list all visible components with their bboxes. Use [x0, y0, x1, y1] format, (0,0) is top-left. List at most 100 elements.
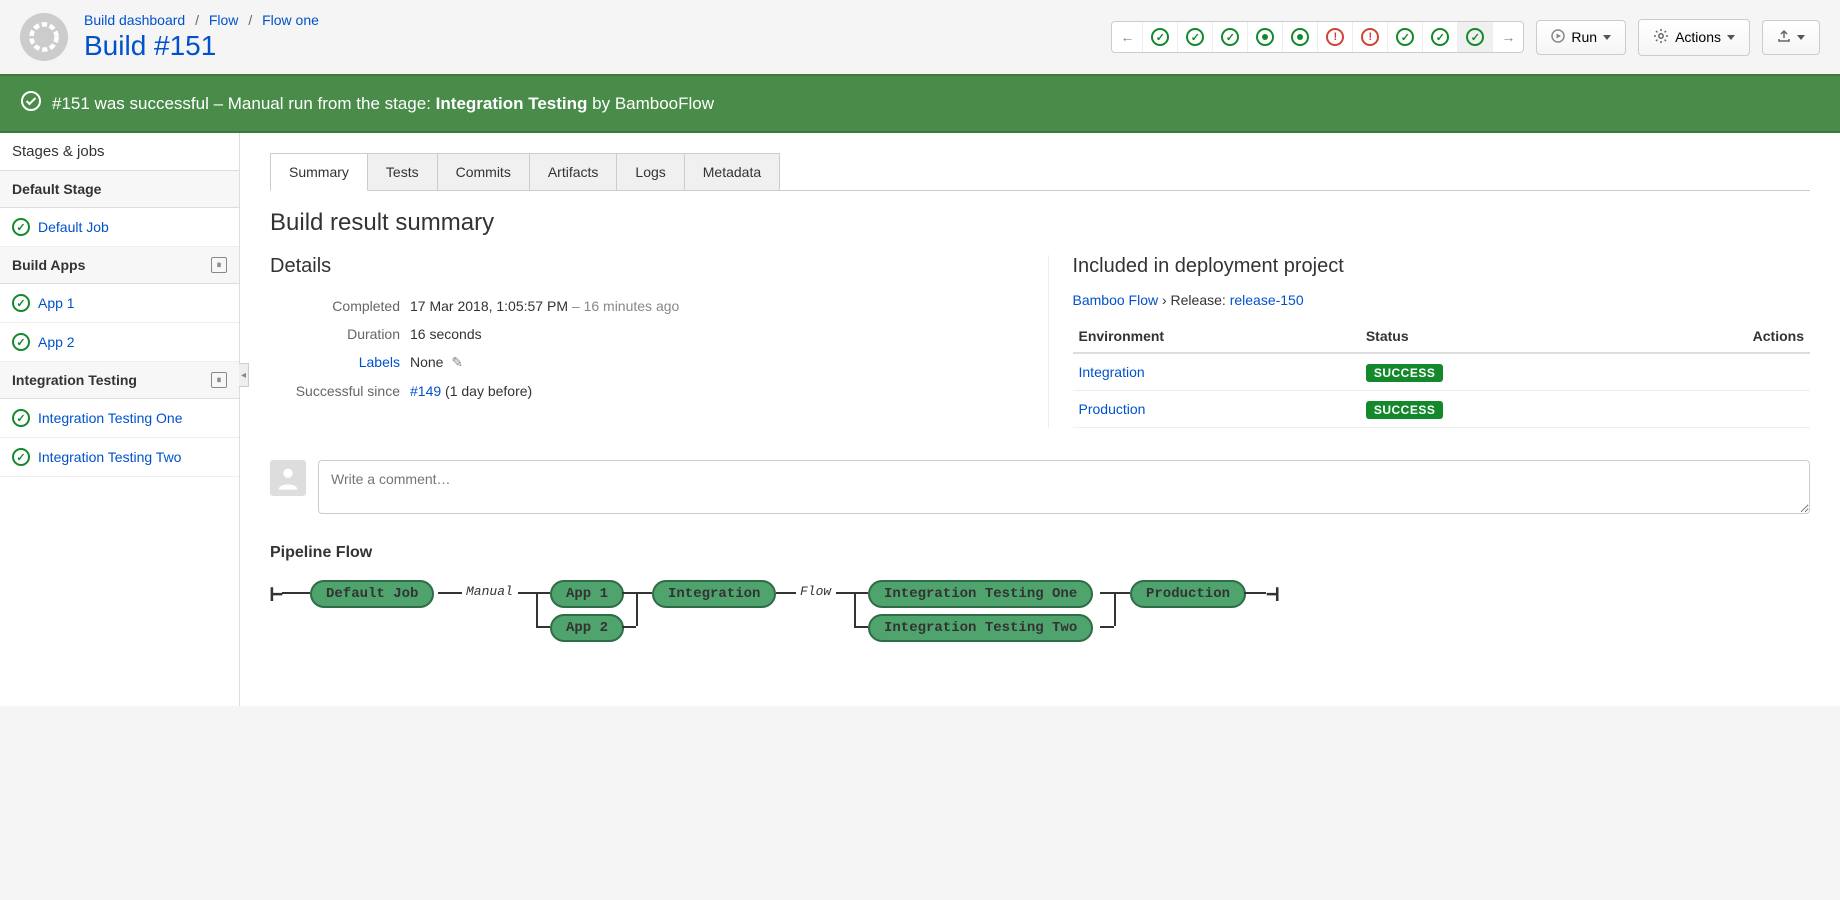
env-link[interactable]: Production: [1079, 401, 1146, 417]
completed-value: 17 Mar 2018, 1:05:57 PM – 16 minutes ago: [410, 298, 1008, 314]
build-nav-item-11[interactable]: →: [1493, 22, 1523, 52]
build-nav-item-2[interactable]: [1178, 22, 1213, 52]
avatar-icon: [274, 464, 302, 492]
build-nav-item-10[interactable]: [1458, 22, 1493, 52]
failed-icon: [1361, 28, 1379, 46]
section-title: Build result summary: [270, 209, 1810, 237]
pipeline-start-icon: ⊢: [270, 582, 283, 607]
node-it-two[interactable]: Integration Testing Two: [868, 614, 1093, 642]
build-status-banner: #151 was successful – Manual run from th…: [0, 74, 1840, 133]
app-logo[interactable]: [20, 13, 68, 61]
node-it-one[interactable]: Integration Testing One: [868, 580, 1093, 608]
sidebar-job-label: App 2: [38, 334, 75, 350]
arrow-right-icon: →: [1501, 29, 1515, 45]
pipeline-heading: Pipeline Flow: [270, 544, 1810, 562]
actions-button[interactable]: Actions: [1638, 19, 1750, 56]
build-nav-item-5[interactable]: [1283, 22, 1318, 52]
comment-input[interactable]: [318, 460, 1810, 514]
node-app1[interactable]: App 1: [550, 580, 624, 608]
sidebar: Stages & jobs Default Stage Default Job Bu…: [0, 133, 240, 706]
success-icon: [1466, 28, 1484, 46]
deployment-release-line: Bamboo Flow › Release: release-150: [1073, 292, 1811, 308]
col-environment: Environment: [1073, 320, 1360, 353]
build-nav-item-0[interactable]: ←: [1112, 22, 1143, 52]
success-dot-icon: [1256, 28, 1274, 46]
label-manual: Manual: [466, 584, 513, 599]
success-icon: [1221, 28, 1239, 46]
env-link[interactable]: Integration: [1079, 364, 1145, 380]
breadcrumb-item-2[interactable]: Flow one: [262, 12, 319, 28]
node-production[interactable]: Production: [1130, 580, 1246, 608]
duration-value: 16 seconds: [410, 326, 1008, 342]
failed-icon: [1326, 28, 1344, 46]
tab-summary[interactable]: Summary: [270, 153, 368, 191]
gear-icon: [1653, 28, 1669, 47]
build-nav-item-4[interactable]: [1248, 22, 1283, 52]
page-title: Build #151: [84, 30, 1111, 62]
page-header: Build dashboard / Flow / Flow one Build …: [0, 0, 1840, 74]
caret-icon: [1727, 35, 1735, 40]
tab-commits[interactable]: Commits: [437, 153, 530, 190]
success-icon: [12, 294, 30, 312]
breadcrumb-item-1[interactable]: Flow: [209, 12, 239, 28]
edit-labels-icon[interactable]: ✎: [451, 354, 463, 370]
bamboo-icon: [26, 19, 62, 55]
node-app2[interactable]: App 2: [550, 614, 624, 642]
success-icon: [1396, 28, 1414, 46]
build-nav-item-1[interactable]: [1143, 22, 1178, 52]
sidebar-job-1-1[interactable]: App 2: [0, 323, 239, 362]
sidebar-stage-1[interactable]: Build Apps⏸: [0, 247, 239, 284]
sidebar-job-0-0[interactable]: Default Job: [0, 208, 239, 247]
build-nav-item-9[interactable]: [1423, 22, 1458, 52]
tab-artifacts[interactable]: Artifacts: [529, 153, 618, 190]
build-nav-item-7[interactable]: [1353, 22, 1388, 52]
success-check-icon: [20, 90, 42, 117]
pipeline-diagram: ⊢ Default Job Manual App 1 App 2 Integra…: [270, 576, 1810, 666]
sidebar-job-2-0[interactable]: Integration Testing One: [0, 399, 239, 438]
sidebar-job-1-0[interactable]: App 1: [0, 284, 239, 323]
sidebar-job-label: Integration Testing One: [38, 410, 183, 426]
success-icon: [1151, 28, 1169, 46]
arrow-left-icon: ←: [1120, 29, 1134, 45]
node-integration[interactable]: Integration: [652, 580, 776, 608]
since-label: Successful since: [270, 383, 410, 399]
env-row-0: Integration SUCCESS: [1073, 353, 1811, 391]
play-icon: [1551, 29, 1565, 46]
success-icon: [12, 218, 30, 236]
sidebar-stage-0[interactable]: Default Stage: [0, 171, 239, 208]
sidebar-stage-2[interactable]: Integration Testing⏸: [0, 362, 239, 399]
node-default-job[interactable]: Default Job: [310, 580, 434, 608]
status-badge: SUCCESS: [1366, 401, 1444, 419]
status-badge: SUCCESS: [1366, 364, 1444, 382]
sidebar-job-label: Default Job: [38, 219, 109, 235]
build-nav-item-6[interactable]: [1318, 22, 1353, 52]
caret-icon: [1797, 35, 1805, 40]
caret-icon: [1603, 35, 1611, 40]
sidebar-job-label: App 1: [38, 295, 75, 311]
details-heading: Details: [270, 255, 1008, 278]
tab-logs[interactable]: Logs: [616, 153, 684, 190]
since-build-link[interactable]: #149: [410, 383, 441, 399]
sidebar-collapse-handle[interactable]: ◂: [239, 363, 249, 387]
success-icon: [12, 409, 30, 427]
build-nav-item-3[interactable]: [1213, 22, 1248, 52]
deployment-project-link[interactable]: Bamboo Flow: [1073, 292, 1159, 308]
build-nav-item-8[interactable]: [1388, 22, 1423, 52]
duration-label: Duration: [270, 326, 410, 342]
sidebar-job-label: Integration Testing Two: [38, 449, 181, 465]
labels-label[interactable]: Labels: [270, 354, 410, 371]
sidebar-job-2-1[interactable]: Integration Testing Two: [0, 438, 239, 477]
tab-tests[interactable]: Tests: [367, 153, 438, 190]
upload-icon: [1777, 29, 1791, 46]
breadcrumb: Build dashboard / Flow / Flow one: [84, 12, 1111, 28]
breadcrumb-item-0[interactable]: Build dashboard: [84, 12, 185, 28]
col-status: Status: [1360, 320, 1624, 353]
success-icon: [12, 333, 30, 351]
tab-metadata[interactable]: Metadata: [684, 153, 780, 190]
deployment-release-link[interactable]: release-150: [1230, 292, 1304, 308]
share-button[interactable]: [1762, 20, 1820, 55]
run-button[interactable]: Run: [1536, 20, 1626, 55]
sidebar-heading: Stages & jobs: [0, 133, 239, 171]
pause-icon: ⏸: [211, 257, 227, 273]
env-row-1: Production SUCCESS: [1073, 391, 1811, 428]
